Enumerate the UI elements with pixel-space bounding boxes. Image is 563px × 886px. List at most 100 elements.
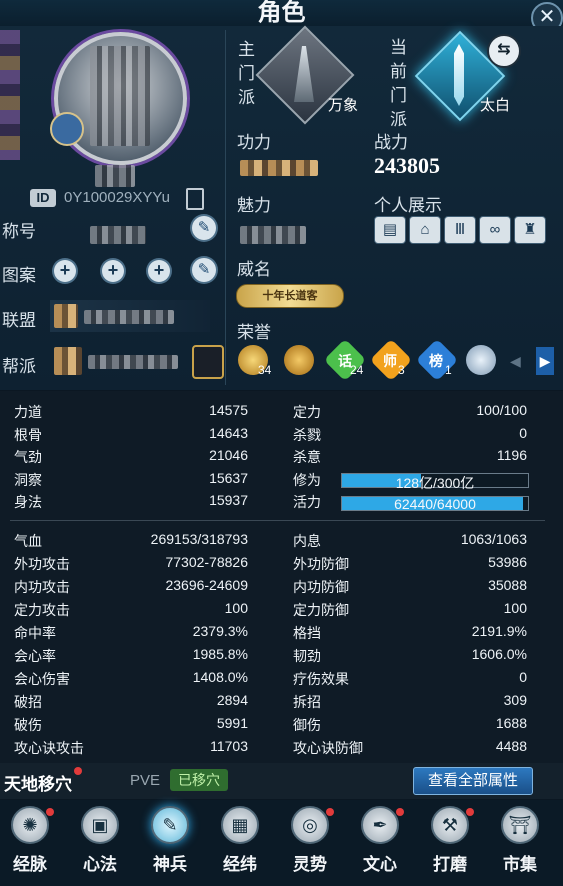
honor-scroll-right-icon[interactable]: ▶ — [536, 347, 554, 375]
avatar-shadow — [95, 165, 135, 187]
current-sect-label: 当前门派 — [390, 38, 407, 129]
honor-count-4: 1 — [445, 363, 452, 377]
nav-brush[interactable]: ✒ 文心 — [350, 806, 410, 875]
stat-value: 1606.0% — [471, 646, 527, 662]
nav-label: 心法 — [83, 855, 117, 874]
stat-value: 1063/1063 — [460, 531, 527, 547]
honor-scroll-left-icon[interactable]: ◀ — [510, 353, 521, 370]
display-outfit-button[interactable]: ♜ — [514, 216, 546, 244]
weiming-badge-text: 十年长道客 — [262, 290, 318, 302]
nav-weapon[interactable]: ✎ 神兵 — [140, 806, 200, 875]
stat-value: 15637 — [209, 469, 248, 486]
nav-market[interactable]: ⛩ 市集 — [490, 806, 550, 875]
edit-pattern-button[interactable]: ✎ — [192, 258, 216, 282]
stat-value: 309 — [503, 692, 527, 708]
honor-crystal-icon[interactable] — [466, 345, 496, 375]
guild-name-pixelated — [88, 355, 178, 369]
moved-badge-text: 已移穴 — [178, 772, 220, 788]
add-pattern-button-2[interactable]: + — [102, 260, 124, 282]
nav-hammer[interactable]: ⚒ 打磨 — [420, 806, 480, 875]
alert-dot — [46, 808, 54, 816]
stat-label: 修为 — [293, 471, 321, 488]
current-sect-value: 太白 — [480, 97, 511, 114]
pve-label: PVE — [130, 772, 161, 789]
id-value: 0Y100029XYYu — [64, 189, 170, 206]
view-all-attributes-button[interactable]: 查看全部属性 — [413, 767, 533, 795]
display-house-button[interactable]: ⌂ — [409, 216, 441, 244]
stat-value: 2379.3% — [192, 623, 248, 639]
stat-value: 14643 — [209, 424, 248, 441]
avatar-pixelated — [90, 46, 150, 146]
tiandi-label[interactable]: 天地移穴 — [4, 770, 72, 795]
stat-value: 53986 — [488, 554, 527, 570]
xiuwei-bar-text: 128亿/300亿 — [395, 475, 475, 491]
stat-value: 269153/318793 — [150, 531, 248, 547]
nav-label: 市集 — [503, 855, 537, 874]
stat-value: 2894 — [216, 692, 248, 708]
mount-icon: ∞ — [489, 221, 501, 238]
nav-label: 神兵 — [153, 855, 187, 874]
stat-value: 100 — [224, 600, 248, 616]
title-label: 称号 — [2, 222, 36, 241]
id-tag: ID — [30, 189, 56, 207]
page-title: 角色 — [257, 0, 306, 26]
stat-value: 1985.8% — [192, 646, 248, 662]
stat-value: 77302-78826 — [165, 554, 248, 570]
display-card-button[interactable]: ▤ — [374, 216, 406, 244]
nav-spirit[interactable]: ◎ 灵势 — [280, 806, 340, 875]
stat-value: 1688 — [495, 715, 527, 731]
nav-label: 灵势 — [293, 855, 327, 874]
guild-emblem-pixelated — [54, 347, 82, 375]
meridian-icon: ✺ — [11, 806, 49, 844]
copy-id-icon[interactable] — [186, 188, 204, 210]
nav-grid[interactable]: ▦ 经纬 — [210, 806, 270, 875]
level-badge-icon — [50, 112, 84, 146]
scroll-icon: ▣ — [81, 806, 119, 844]
add-pattern-button-3[interactable]: + — [148, 260, 170, 282]
nav-meridian[interactable]: ✺ 经脉 — [0, 806, 60, 875]
stat-value: 5991 — [216, 715, 248, 731]
stat-value: 1196 — [496, 447, 527, 463]
close-icon: ✕ — [538, 6, 556, 28]
personal-display-label: 个人展示 — [374, 196, 442, 215]
gongli-label: 功力 — [237, 133, 271, 152]
weiming-label: 威名 — [237, 260, 271, 279]
add-pattern-button-1[interactable]: + — [54, 260, 76, 282]
gongli-value-pixelated — [240, 160, 318, 176]
switch-sect-button[interactable]: ⇆ — [487, 34, 521, 68]
stats-divider — [10, 520, 545, 521]
sword-icon — [454, 44, 464, 106]
edit-title-button[interactable]: ✎ — [192, 216, 216, 240]
honor-rank-char: 榜 — [429, 353, 443, 369]
brush-icon: ✎ — [197, 261, 211, 278]
panel-divider — [225, 30, 226, 385]
stat-value: 14575 — [209, 402, 248, 418]
honor-frame-icon[interactable] — [192, 345, 224, 379]
honor-count-3: 3 — [398, 363, 405, 377]
honor-label: 荣誉 — [237, 323, 271, 342]
stat-label: 活力 — [293, 494, 321, 510]
id-card-icon: ▤ — [382, 221, 398, 238]
bottom-nav: ✺ 经脉 ▣ 心法 ✎ 神兵 ▦ 经纬 ◎ 灵势 ✒ 文心 ⚒ 打磨 ⛩ 市集 — [0, 800, 563, 886]
tiandi-alert-dot — [74, 767, 82, 775]
display-hall-button[interactable]: Ⅲ — [444, 216, 476, 244]
alert-dot — [326, 808, 334, 816]
view-all-label: 查看全部属性 — [427, 772, 518, 789]
weapon-icon: ✎ — [151, 806, 189, 844]
nav-scroll[interactable]: ▣ 心法 — [70, 806, 130, 875]
alliance-label: 联盟 — [2, 311, 36, 330]
honor-row: 34 话 24 师 3 榜 1 ◀ ▶ — [190, 338, 560, 383]
brush-icon: ✎ — [197, 219, 211, 236]
stat-value: 15937 — [209, 492, 248, 508]
meili-value-pixelated — [240, 226, 306, 244]
weiming-badge[interactable]: 十年长道客 — [236, 284, 344, 308]
market-icon: ⛩ — [501, 806, 539, 844]
huoli-bar-text: 62440/64000 — [394, 496, 476, 512]
spirit-icon: ◎ — [291, 806, 329, 844]
avatar[interactable] — [54, 32, 187, 165]
display-mount-button[interactable]: ∞ — [479, 216, 511, 244]
stat-value: 100/100 — [476, 402, 527, 418]
brush-icon: ✒ — [361, 806, 399, 844]
honor-medal-2-icon[interactable] — [284, 345, 314, 375]
title-value-pixelated — [90, 226, 146, 244]
